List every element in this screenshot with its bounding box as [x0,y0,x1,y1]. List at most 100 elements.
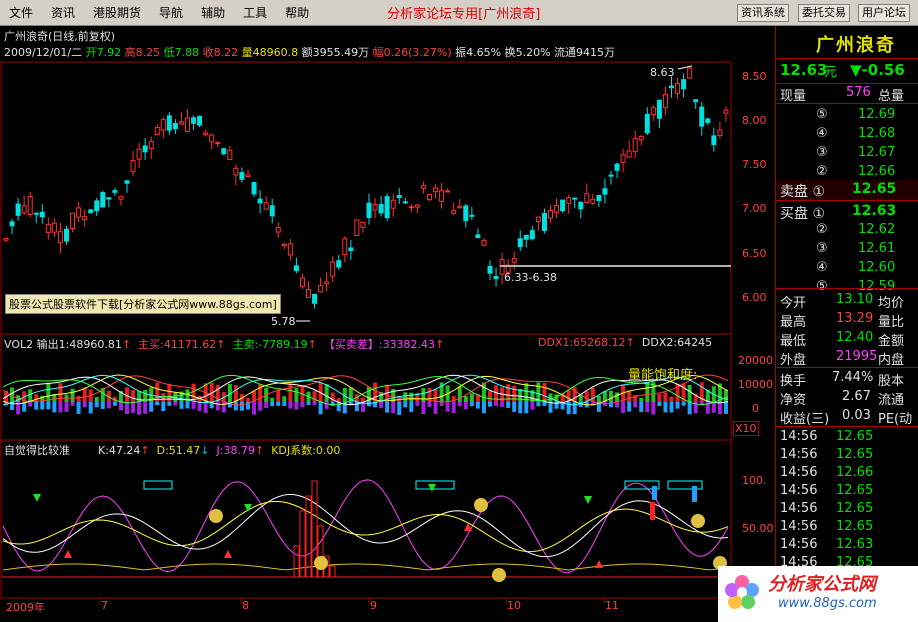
volume-bar [137,390,142,402]
volume-bar-neg [723,402,728,414]
volume-bar-neg [82,402,87,408]
vol-tick: 0 [752,402,759,415]
candle-body [21,205,27,214]
volume-bar [669,396,674,402]
volume-bar [28,389,33,402]
volume-bar-neg [233,402,238,411]
volume-bar-neg [221,402,226,413]
volume-bar [409,392,414,402]
volume-bar-neg [409,402,414,412]
volume-bar-neg [330,402,335,406]
ad-banner[interactable]: 股票公式股票软件下载[分析家公式网www.88gs.com] [5,294,281,314]
quote-name-row: 广州浪奇 [816,35,896,56]
candle-body [596,194,602,202]
price-tick: 8.00 [742,114,767,127]
candle-body [463,205,469,222]
volume-bar-neg [669,402,674,413]
stat2-row: 换手 7.44% 股本 [780,370,905,389]
signal-bar [650,502,655,520]
candle-body [287,243,293,256]
bid1-row: 买盘 ① 12.63 [780,203,897,222]
volume-bar-neg [421,402,426,415]
vol-tick: 20000 [738,354,773,367]
price-tick: 7.50 [742,158,767,171]
volume-bar [94,396,99,402]
price-tick: 6.50 [742,247,767,260]
volume-bar-neg [76,402,81,414]
candle-body [372,203,378,211]
volume-bar [663,392,668,402]
volume-bar [639,397,644,402]
stat-row: 今开 13.10 均价 [780,292,905,311]
candle-body [390,199,396,209]
candle-body [306,289,311,298]
volume-bar-neg [70,402,75,406]
candle-body [257,198,263,204]
candle-body [511,258,517,263]
volume-bar-neg [52,402,57,413]
low-label: 5.78 [271,315,296,328]
volume-bar [687,384,692,402]
trade-button[interactable]: 委托交易 [798,4,850,22]
candle-body [584,193,590,203]
volume-bar-neg [306,402,311,406]
volume-bar [433,388,438,402]
volume-bar-neg [203,402,208,413]
volume-bar-neg [512,402,517,412]
volume-line [2,374,729,406]
volume-bar-neg [463,402,468,410]
menu-tools[interactable]: 工具 [234,4,276,21]
candle-body [293,265,299,272]
ask1-row: 卖盘 ① 12.65 [776,180,918,200]
tick-row: 14:56 12.65 [780,519,874,534]
price-tick: 6.00 [742,291,767,304]
price-tick: 7.00 [742,202,767,215]
candle-body [263,202,269,210]
candle-body [517,238,523,248]
volume-bar-neg [276,402,281,406]
volume-bar [457,386,462,402]
volume-bar-neg [215,402,220,411]
ddx-legend: DDX1:65268.12↑ DDX2:64245 [538,336,713,349]
tick-row: 14:56 12.65 [780,501,874,516]
ask-row: ⑤ 12.69 [816,107,896,122]
volume-bar-neg [397,402,402,415]
volume-bar [282,396,287,402]
volume-bar-neg [191,402,196,409]
volume-bar [288,383,293,402]
candle-body [239,172,245,180]
volume-bar-neg [663,402,668,413]
menu-assist[interactable]: 辅助 [192,4,234,21]
candle-body [378,203,384,214]
candle-body [487,265,493,274]
volume-bar [627,390,632,402]
menu-file[interactable]: 文件 [0,4,42,21]
candle-body [360,222,366,228]
candle-body [402,201,408,204]
volume-bar-neg [445,402,450,412]
menu-navigate[interactable]: 导航 [150,4,192,21]
candle-body [626,150,632,158]
now-volume-row: 现量 576 总量 [780,85,905,104]
volume-bar-neg [403,402,408,408]
menu-help[interactable]: 帮助 [276,4,318,21]
forum-button[interactable]: 用户论坛 [858,4,910,22]
date-tick: 2009年 [6,601,45,614]
menu-news[interactable]: 资讯 [42,4,84,21]
candle-body [197,115,203,126]
candle-body [299,277,305,288]
volume-bar [161,393,166,402]
menu-hk-futures[interactable]: 港股期货 [84,4,150,21]
candle-body [178,121,184,125]
candle-body [94,200,100,212]
date-tick: 8 [242,599,249,612]
candle-body [336,260,342,268]
news-system-button[interactable]: 资讯系统 [737,4,789,22]
stat2-row: 净资 2.67 流通 [780,389,905,408]
volume-bar [276,389,281,402]
chart-area[interactable]: 广州浪奇(日线,前复权) 2009/12/01/二 开7.92 高8.25 低7… [0,26,775,622]
candle-body [723,109,729,114]
kdj-line [2,494,729,558]
volume-bar [723,389,728,402]
candle-body [408,206,414,209]
